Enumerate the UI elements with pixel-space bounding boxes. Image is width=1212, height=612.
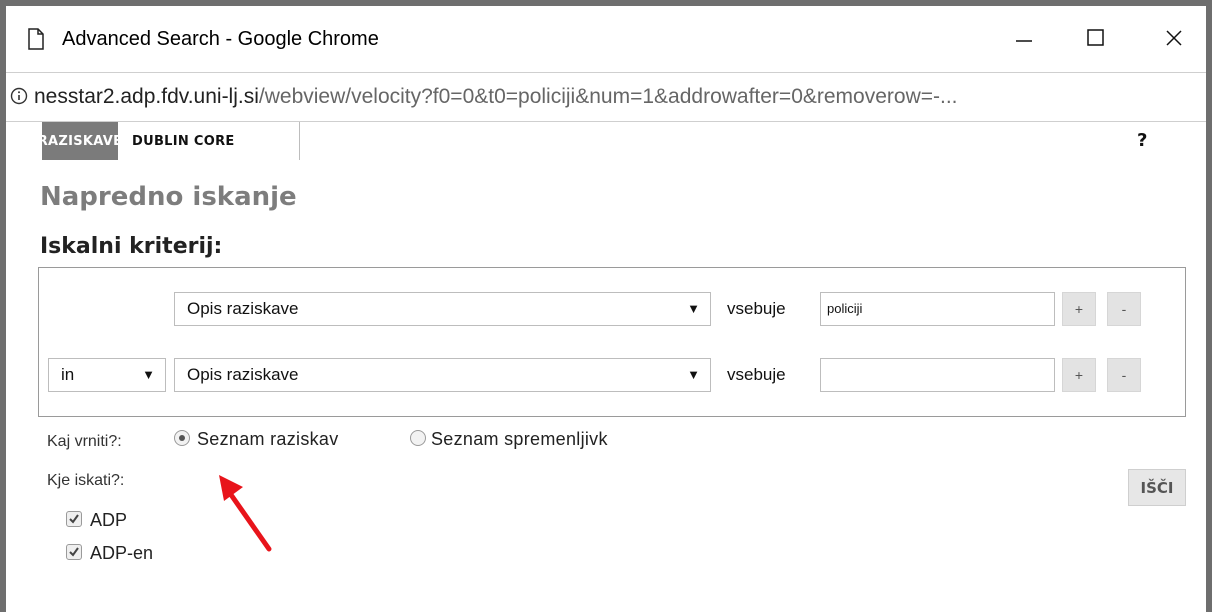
search-location-label: Kje iskati?: [47,472,125,489]
tab-raziskave[interactable]: RAZISKAVE [38,122,122,160]
remove-row-button-2[interactable]: - [1107,358,1141,392]
return-type-label: Kaj vrniti?: [47,433,122,450]
window-title: Advanced Search - Google Chrome [62,28,379,50]
document-icon [28,28,44,50]
dropdown-arrow-icon: ▼ [142,367,155,382]
close-icon [1166,30,1182,46]
dropdown-arrow-icon: ▼ [687,367,700,382]
logic-select-2[interactable]: in ▼ [48,358,166,392]
logic-select-2-value: in [61,365,75,384]
field-select-1[interactable]: Opis raziskave ▼ [174,292,711,326]
checkbox-adp-en-label[interactable]: ADP-en [90,543,153,564]
checkmark-icon [69,514,79,524]
minimize-icon [1016,40,1032,42]
info-icon[interactable] [10,87,28,105]
radio-seznam-raziskav-label[interactable]: Seznam raziskav [197,429,339,450]
field-select-2[interactable]: Opis raziskave ▼ [174,358,711,392]
checkbox-adp[interactable] [66,511,82,527]
tab-dublin-core[interactable]: DUBLIN CORE [118,122,300,160]
criteria-heading: Iskalni kriterij: [40,234,223,259]
annotation-arrow-icon [219,475,272,552]
search-term-input-1[interactable]: policiji [820,292,1055,326]
maximize-icon [1087,29,1104,46]
browser-window: Advanced Search - Google Chrome nesstar2… [6,6,1206,612]
radio-seznam-spremenljivk[interactable] [410,430,426,446]
search-button[interactable]: IŠČI [1128,469,1186,506]
help-link[interactable]: ? [1137,130,1147,151]
radio-seznam-raziskav[interactable] [174,430,190,446]
checkbox-adp-label[interactable]: ADP [90,510,127,531]
page-title: Napredno iskanje [40,182,297,212]
tab-bar: RAZISKAVE DUBLIN CORE [38,122,1182,160]
dropdown-arrow-icon: ▼ [687,301,700,316]
maximize-button[interactable] [1068,16,1124,60]
checkbox-adp-en[interactable] [66,544,82,560]
minimize-button[interactable] [996,16,1052,60]
address-bar[interactable]: nesstar2.adp.fdv.uni-lj.si/webview/veloc… [6,72,1206,122]
checkmark-icon [69,547,79,557]
field-select-1-value: Opis raziskave [187,299,299,318]
criteria-box: Opis raziskave ▼ vsebuje policiji + - in… [38,267,1186,417]
add-row-button-1[interactable]: + [1062,292,1096,326]
operator-label-1: vsebuje [727,299,786,318]
title-bar: Advanced Search - Google Chrome [6,6,1206,72]
url-path: /webview/velocity?f0=0&t0=policiji&num=1… [258,85,958,108]
operator-label-2: vsebuje [727,365,786,384]
remove-row-button-1[interactable]: - [1107,292,1141,326]
url-host: nesstar2.adp.fdv.uni-lj.si [34,85,259,108]
close-button[interactable] [1146,16,1202,60]
add-row-button-2[interactable]: + [1062,358,1096,392]
field-select-2-value: Opis raziskave [187,365,299,384]
search-term-input-2[interactable] [820,358,1055,392]
radio-seznam-spremenljivk-label[interactable]: Seznam spremenljivk [431,429,608,450]
url-text[interactable]: nesstar2.adp.fdv.uni-lj.si/webview/veloc… [34,85,1202,109]
